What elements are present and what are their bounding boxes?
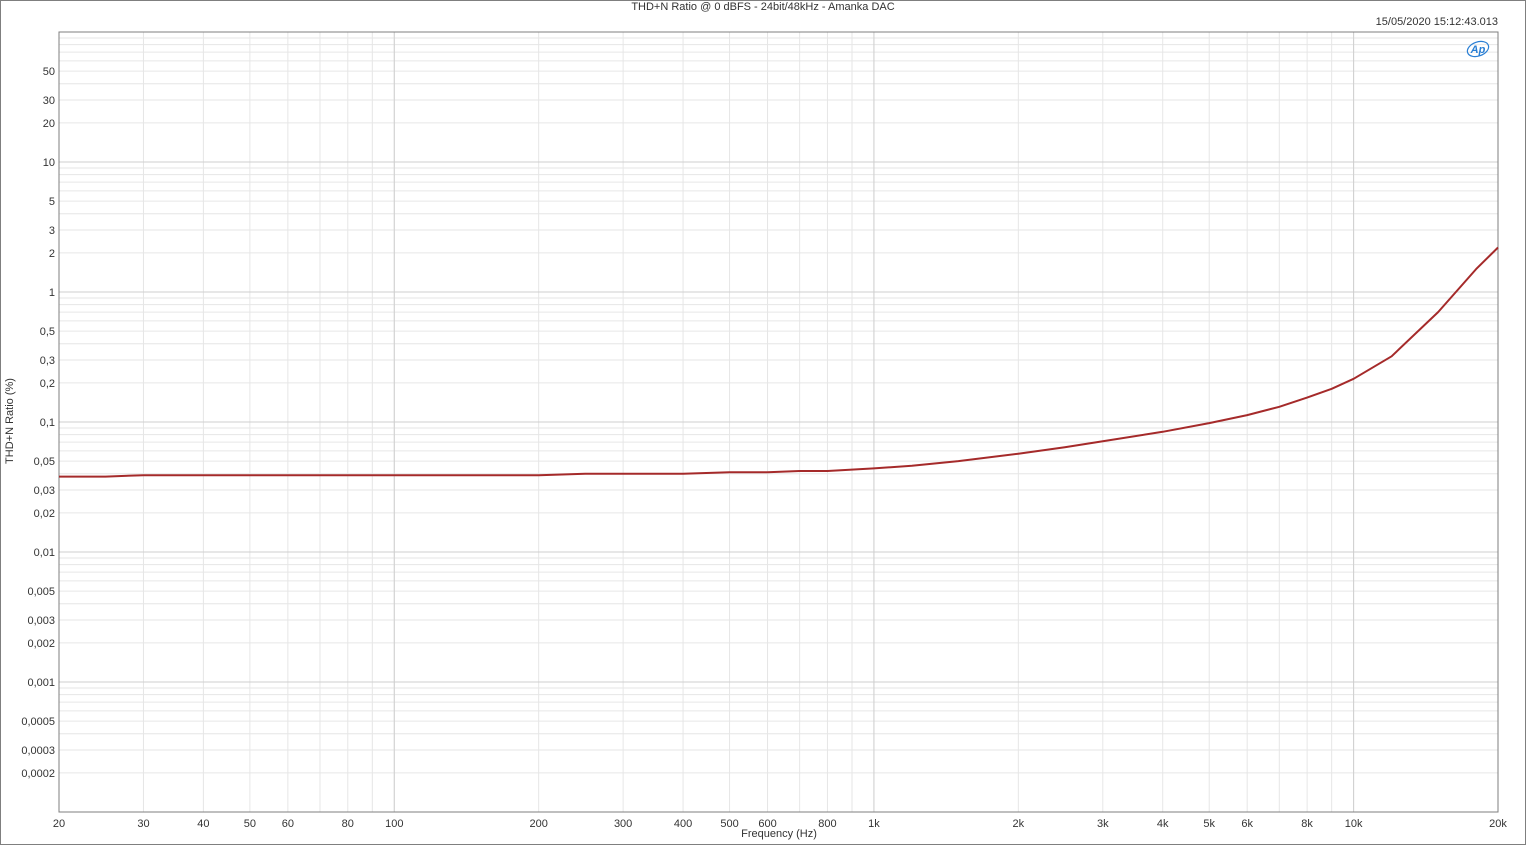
y-tick-label: 30	[43, 95, 55, 107]
y-tick-label: 0,2	[40, 378, 55, 390]
x-tick-label: 6k	[1241, 818, 1253, 830]
y-tick-label: 3	[49, 225, 55, 237]
y-tick-label: 0,3	[40, 355, 55, 367]
x-tick-label: 60	[282, 818, 294, 830]
x-tick-label: 2k	[1013, 818, 1025, 830]
x-tick-label: 500	[720, 818, 738, 830]
y-tick-label: 0,02	[34, 508, 55, 520]
y-tick-label: 0,5	[40, 326, 55, 338]
x-tick-label: 600	[758, 818, 776, 830]
y-tick-label: 0,0002	[21, 768, 55, 780]
x-tick-label: 5k	[1203, 818, 1215, 830]
x-tick-label: 8k	[1301, 818, 1313, 830]
thd-chart: 20 30 40 50 60 80 100 200 300 400 500 600 800 1k 2k 3k 4…	[21, 31, 1507, 830]
y-tick-label: 1	[49, 287, 55, 299]
x-tick-label: 400	[674, 818, 692, 830]
y-tick-label: 0,05	[34, 456, 55, 468]
x-tick-label: 30	[137, 818, 149, 830]
y-tick-label: 5	[49, 196, 55, 208]
y-tick-label: 0,01	[34, 547, 55, 559]
y-tick-label: 0,003	[27, 615, 55, 627]
x-tick-label: 100	[385, 818, 403, 830]
y-tick-label: 0,005	[27, 586, 55, 598]
y-tick-label: 0,1	[40, 417, 55, 429]
svg-text:Ap: Ap	[1470, 44, 1486, 56]
x-tick-label: 40	[197, 818, 209, 830]
y-tick-label: 0,0005	[21, 716, 55, 728]
x-tick-label: 200	[529, 818, 547, 830]
y-tick-label: 20	[43, 118, 55, 130]
x-tick-label: 3k	[1097, 818, 1109, 830]
y-tick-label: 0,03	[34, 485, 55, 497]
y-tick-label: 0,0003	[21, 745, 55, 757]
ap-logo-icon: Ap	[1466, 40, 1490, 58]
y-tick-label: 2	[49, 248, 55, 260]
x-tick-label: 300	[614, 818, 632, 830]
x-tick-label: 20k	[1489, 818, 1507, 830]
x-tick-label: 50	[244, 818, 256, 830]
x-tick-label: 800	[818, 818, 836, 830]
y-tick-label: 10	[43, 157, 55, 169]
x-tick-label: 10k	[1345, 818, 1363, 830]
x-tick-label: 80	[342, 818, 354, 830]
y-tick-label: 0,002	[27, 638, 55, 650]
y-tick-label: 0,001	[27, 677, 55, 689]
x-tick-label: 4k	[1157, 818, 1169, 830]
y-tick-label: 50	[43, 66, 55, 78]
x-tick-label: 1k	[868, 818, 880, 830]
x-tick-label: 20	[53, 818, 65, 830]
